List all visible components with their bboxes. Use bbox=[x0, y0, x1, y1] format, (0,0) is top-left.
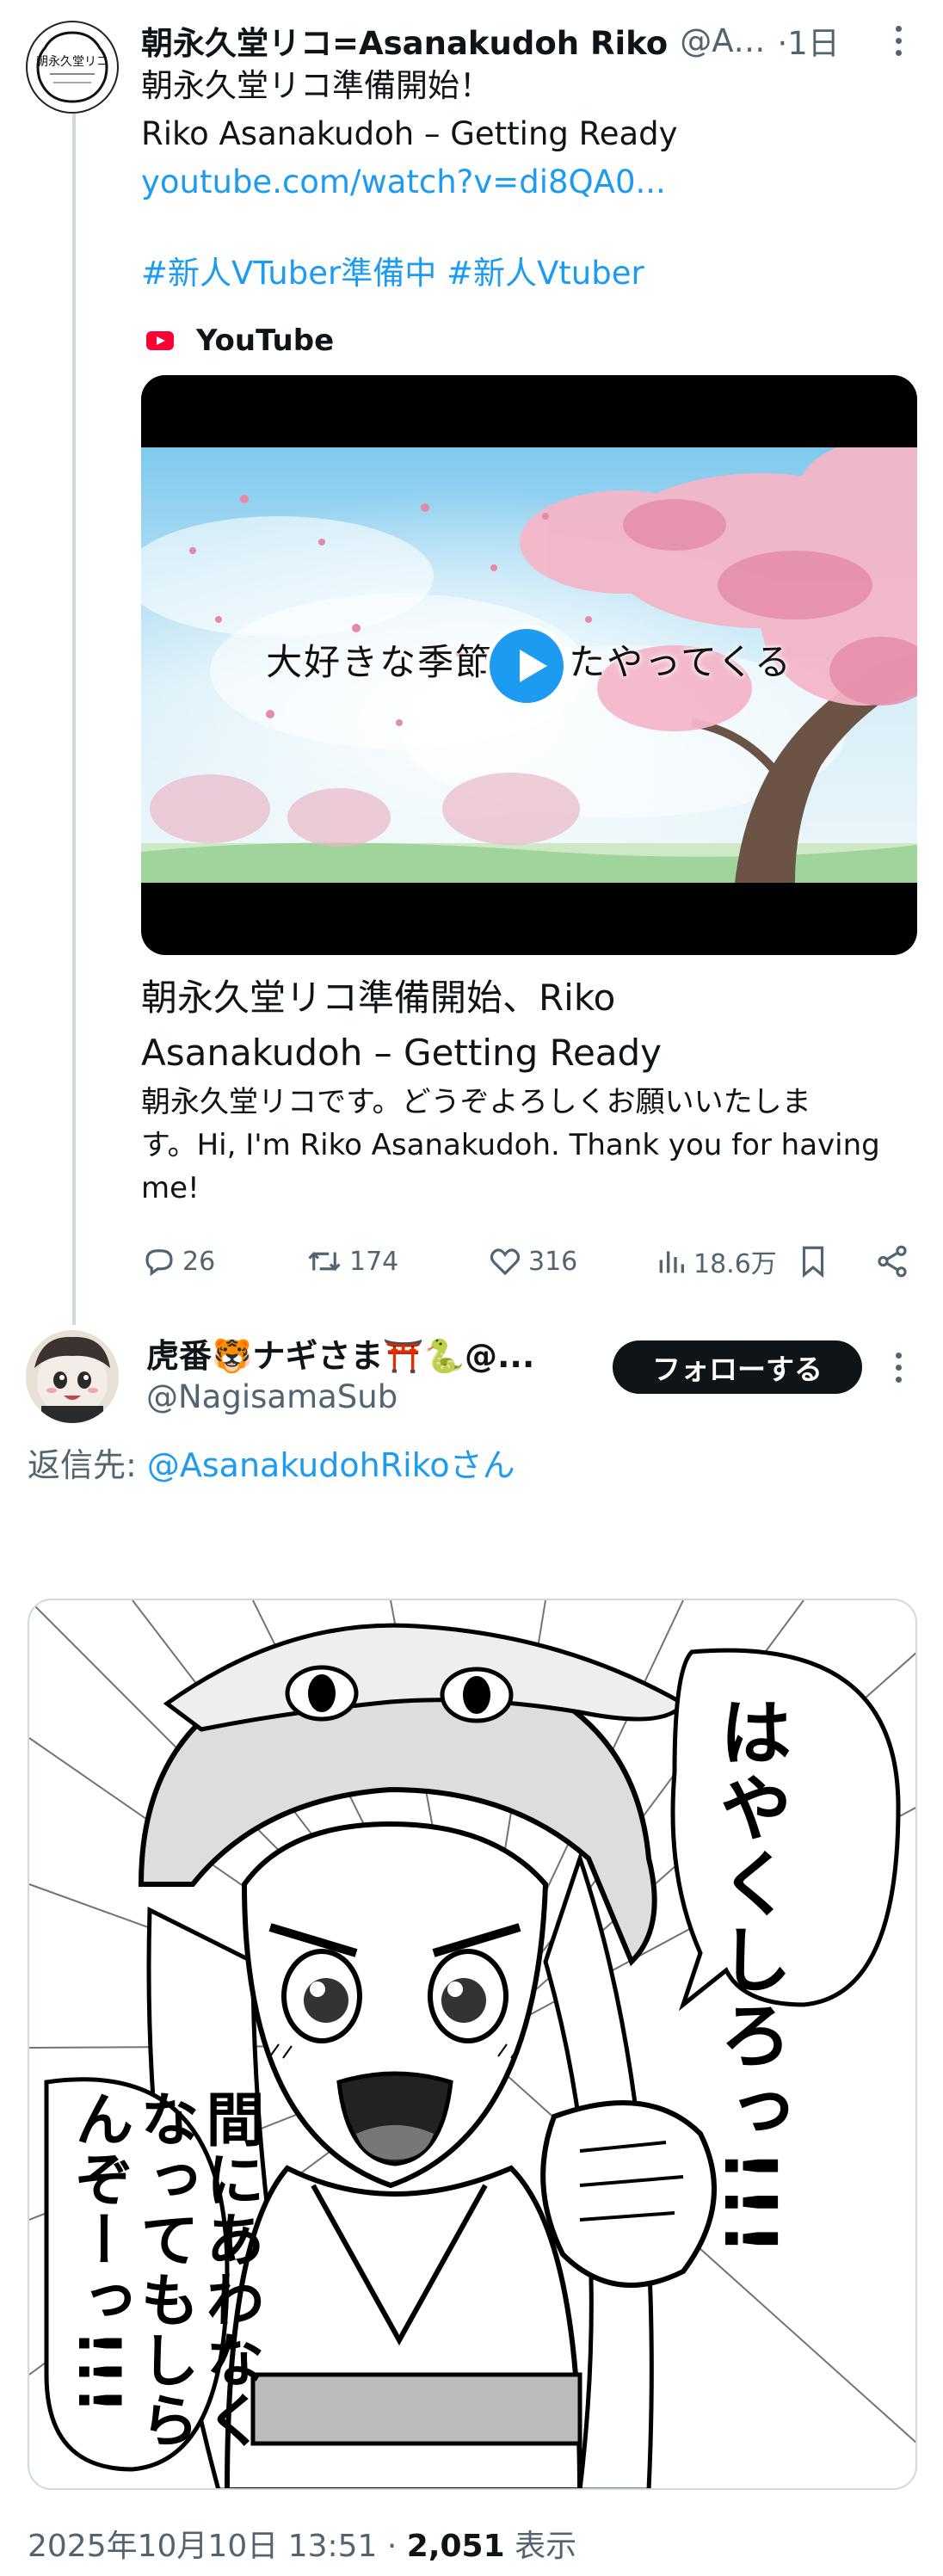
thread-line bbox=[72, 114, 76, 1325]
card-title-line: 朝永久堂リコ準備開始、Riko bbox=[141, 977, 616, 1019]
reply-to-label: 返信先: bbox=[28, 1446, 147, 1484]
like-count: 316 bbox=[528, 1246, 578, 1277]
card-description-line: す。Hi, I'm Riko Asanakudoh. Thank you for… bbox=[141, 1128, 880, 1162]
like-icon bbox=[490, 1248, 521, 1276]
manga-speech-text: はやくしろっ!!! bbox=[708, 1695, 792, 2259]
views-icon bbox=[659, 1251, 684, 1273]
more-icon[interactable] bbox=[881, 17, 915, 64]
attached-image[interactable]: はやくしろっ!!! 間にあわなくなってもしらんぞーっ!!! bbox=[28, 1599, 917, 2490]
like-button[interactable]: 316 bbox=[487, 1236, 577, 1287]
play-icon[interactable] bbox=[485, 625, 568, 707]
author-avatar[interactable]: 朝永久堂リコ bbox=[26, 21, 119, 114]
tweet-link[interactable]: youtube.com/watch?v=di8QA0... bbox=[141, 158, 666, 206]
card-description: 朝永久堂リコです。どうぞよろしくお願いいたしま す。Hi, I'm Riko A… bbox=[141, 1081, 915, 1210]
more-icon[interactable] bbox=[881, 1344, 915, 1390]
manga-speech-text: 間にあわなくなってもしらんぞーっ!!! bbox=[65, 2089, 263, 2450]
reply-author-avatar[interactable] bbox=[26, 1330, 119, 1423]
card-source-label: YouTube bbox=[196, 324, 335, 358]
repost-count: 174 bbox=[349, 1246, 399, 1277]
reply-to: 返信先: @AsanakudohRikoさん bbox=[28, 1439, 515, 1486]
share-button[interactable] bbox=[874, 1236, 915, 1287]
reply-button[interactable]: 26 bbox=[141, 1236, 215, 1287]
tweet-meta: 2025年10月10日 13:51 · 2,051 表示 bbox=[28, 2521, 576, 2566]
youtube-icon bbox=[146, 331, 174, 350]
card-description-line: 朝永久堂リコです。どうぞよろしくお願いいたしま bbox=[141, 1085, 811, 1119]
card-description-line: me! bbox=[141, 1171, 200, 1205]
reply-count: 26 bbox=[182, 1246, 216, 1277]
avatar-text: 朝永久堂リコ bbox=[36, 55, 108, 69]
repost-button[interactable]: 174 bbox=[305, 1236, 398, 1287]
views-button[interactable]: 18.6万 bbox=[654, 1236, 777, 1287]
tweet-text-line: Riko Asanakudoh – Getting Ready bbox=[141, 115, 678, 152]
reply-to-handle[interactable]: @AsanakudohRikoさん bbox=[147, 1446, 515, 1484]
author-name[interactable]: 朝永久堂リコ=Asanakudoh Riko bbox=[141, 17, 668, 64]
card-title-line: Asanakudoh – Getting Ready bbox=[141, 1032, 663, 1074]
video-card[interactable]: 大好きな季節がまたやってくる bbox=[141, 375, 917, 955]
reply-author-name[interactable]: 虎番🐯ナギさま⛩️🐍@... bbox=[146, 1328, 534, 1377]
bookmark-button[interactable] bbox=[795, 1236, 836, 1287]
tweet-time[interactable]: ·1日 bbox=[778, 17, 840, 64]
share-icon bbox=[878, 1245, 907, 1278]
hashtag-link[interactable]: #新人Vtuber bbox=[447, 255, 644, 292]
tweet-header: 朝永久堂リコ=Asanakudoh Riko @A… ·1日 bbox=[141, 17, 881, 64]
follow-button[interactable]: フォローする bbox=[613, 1340, 862, 1394]
view-count: 2,051 bbox=[406, 2529, 505, 2564]
repost-icon bbox=[308, 1252, 341, 1271]
view-label: 表示 bbox=[504, 2529, 577, 2564]
reply-icon bbox=[145, 1249, 173, 1277]
hashtag-link[interactable]: #新人VTuber準備中 bbox=[141, 255, 436, 292]
card-source: YouTube bbox=[141, 320, 334, 361]
tweet-text-line: 朝永久堂リコ準備開始！ bbox=[141, 67, 491, 104]
reply-author-handle[interactable]: @NagisamaSub bbox=[146, 1375, 398, 1418]
tweet-actions: 26 174 316 18.6万 bbox=[141, 1236, 915, 1287]
views-count: 18.6万 bbox=[693, 1249, 777, 1279]
tweet-date[interactable]: 2025年10月10日 13:51 · bbox=[28, 2529, 407, 2564]
bookmark-icon bbox=[802, 1246, 824, 1279]
card-title[interactable]: 朝永久堂リコ準備開始、Riko Asanakudoh – Getting Rea… bbox=[141, 971, 915, 1081]
author-handle[interactable]: @A… bbox=[680, 22, 765, 59]
